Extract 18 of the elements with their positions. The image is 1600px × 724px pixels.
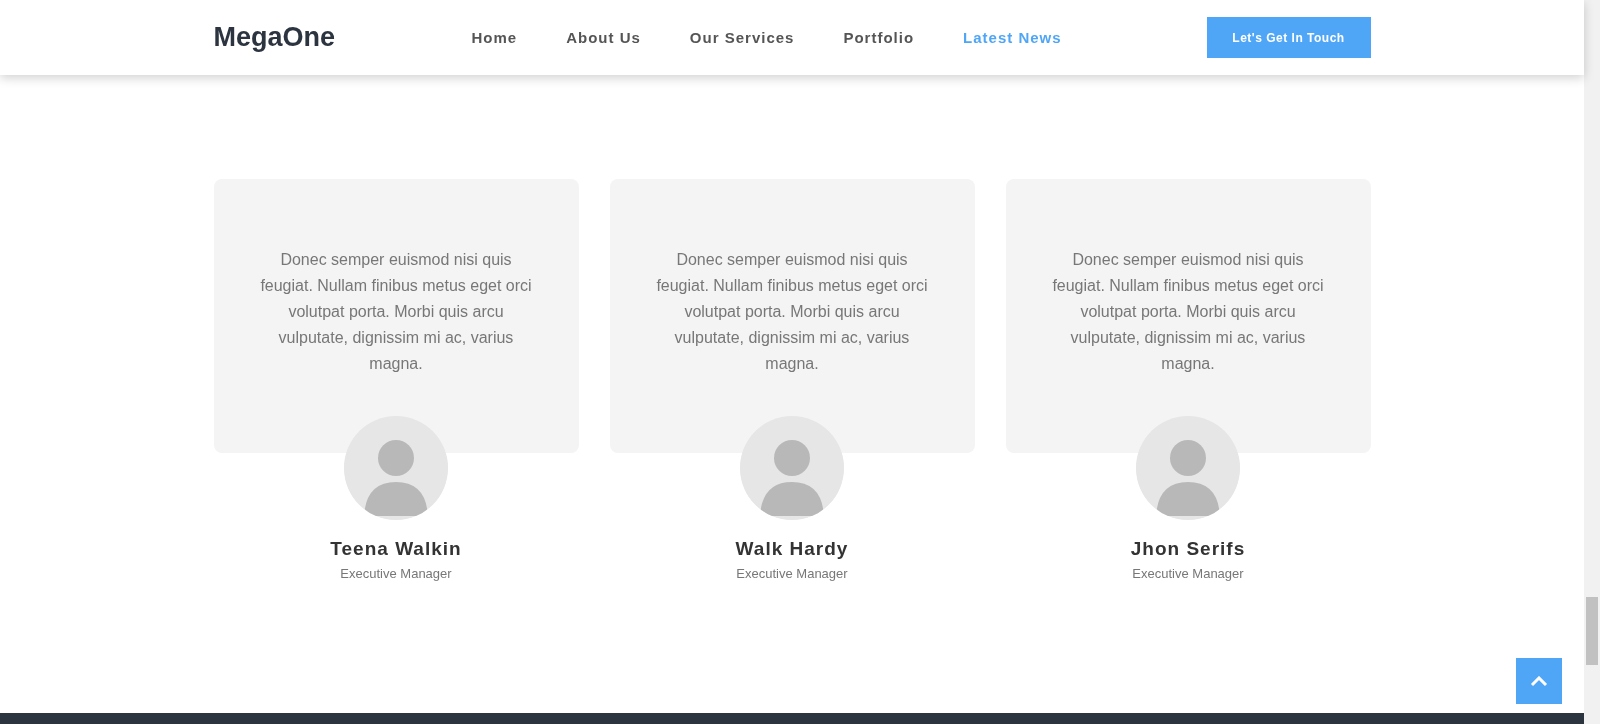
- nav-link[interactable]: Our Services: [689, 29, 795, 46]
- logo[interactable]: MegaOne: [213, 22, 464, 53]
- member-name: Walk Hardy: [735, 538, 849, 560]
- scrollbar[interactable]: [1584, 0, 1600, 724]
- member-role: Executive Manager: [340, 566, 452, 581]
- testimonial-text: Donec semper euismod nisi quis feugiat. Nullam finibus metus eget orci volutpat porta. Morbi quis arcu vulputate, dignissim mi ac, varius magna.: [259, 250, 533, 374]
- member-role: Executive Manager: [736, 566, 848, 581]
- testimonial-text: Donec semper euismod nisi quis feugiat. Nullam finibus metus eget orci volutpat porta. Morbi quis arcu vulputate, dignissim mi ac, varius magna.: [655, 250, 929, 374]
- member-role: Executive Manager: [1132, 566, 1244, 581]
- nav-link[interactable]: About Us: [566, 29, 641, 46]
- nav-link[interactable]: Portfolio: [843, 29, 915, 46]
- nav-link[interactable]: Home: [471, 29, 518, 46]
- member-name: Jhon Serifs: [1130, 538, 1246, 560]
- scroll-top-button[interactable]: [1516, 658, 1562, 704]
- chevron-up-icon: [1530, 675, 1548, 687]
- testimonial-text: Donec semper euismod nisi quis feugiat. Nullam finibus metus eget orci volutpat porta. Morbi quis arcu vulputate, dignissim mi ac, varius magna.: [1051, 250, 1325, 374]
- member-name: Teena Walkin: [330, 538, 462, 560]
- scrollbar-thumb[interactable]: [1586, 597, 1598, 665]
